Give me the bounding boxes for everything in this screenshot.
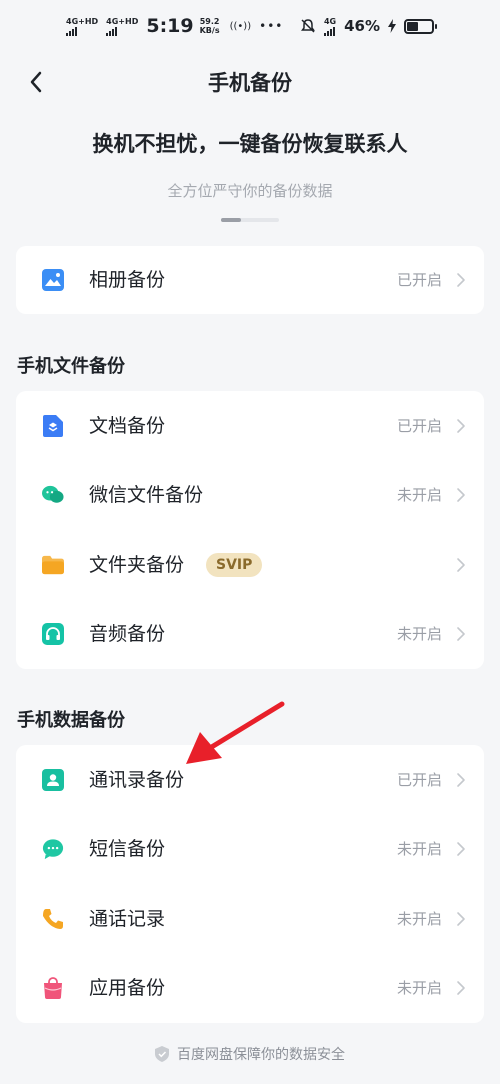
data-section-title: 手机数据备份 bbox=[17, 710, 125, 731]
signal-icon bbox=[106, 26, 118, 36]
chevron-right-icon bbox=[457, 912, 465, 926]
network-speed: 59.2 KB/s bbox=[200, 17, 220, 35]
document-icon bbox=[42, 415, 64, 437]
footer: 百度网盘保障你的数据安全 bbox=[0, 1044, 500, 1064]
signal-icon bbox=[323, 26, 335, 36]
row-app-backup[interactable]: 应用备份 未开启 bbox=[16, 953, 484, 1023]
row-audio-backup[interactable]: 音频备份 未开启 bbox=[16, 599, 484, 669]
chevron-right-icon bbox=[457, 419, 465, 433]
data-card: 通讯录备份 已开启 短信备份 未开启 通话记录 未开启 应用备份 未开启 bbox=[16, 745, 484, 1023]
chevron-right-icon bbox=[457, 627, 465, 641]
footer-text: 百度网盘保障你的数据安全 bbox=[177, 1047, 345, 1063]
nav-bar: 手机备份 bbox=[0, 56, 500, 108]
network-indicator-3: 4G bbox=[323, 16, 337, 36]
message-icon bbox=[42, 838, 64, 860]
audio-backup-label: 音频备份 bbox=[89, 623, 166, 645]
row-document-backup[interactable]: 文档备份 已开启 bbox=[16, 391, 484, 461]
status-bar: 4G+HD 4G+HD 5:19 59.2 KB/s ((•)) ••• 4G … bbox=[0, 0, 500, 52]
row-album-backup[interactable]: 相册备份 已开启 bbox=[16, 245, 484, 315]
hero-subtitle: 全方位严守你的备份数据 bbox=[167, 182, 333, 200]
network-label-2: 4G+HD bbox=[106, 16, 139, 26]
network-indicator-2: 4G+HD bbox=[106, 17, 138, 36]
audio-backup-status: 未开启 bbox=[396, 625, 442, 643]
status-right: 4G 46% bbox=[300, 16, 437, 36]
carousel-indicator bbox=[221, 218, 279, 222]
wechat-file-backup-label: 微信文件备份 bbox=[89, 484, 204, 506]
row-folder-backup[interactable]: 文件夹备份 SVIP bbox=[16, 530, 484, 600]
wechat-file-backup-status: 未开启 bbox=[396, 486, 442, 504]
network-label-3: 4G bbox=[323, 16, 337, 26]
album-backup-status: 已开启 bbox=[396, 271, 442, 289]
signal-icon bbox=[66, 26, 77, 36]
headphones-icon bbox=[42, 623, 64, 645]
album-card: 相册备份 已开启 bbox=[16, 246, 484, 314]
battery-icon bbox=[404, 18, 437, 34]
files-card: 文档备份 已开启 微信文件备份 未开启 文件夹备份 SVIP 音频备份 未开启 bbox=[16, 391, 484, 669]
row-wechat-file-backup[interactable]: 微信文件备份 未开启 bbox=[16, 460, 484, 530]
app-bag-icon bbox=[42, 977, 64, 999]
folder-backup-label: 文件夹备份 bbox=[89, 554, 185, 576]
wechat-icon bbox=[42, 484, 64, 506]
album-backup-label: 相册备份 bbox=[89, 269, 166, 291]
contacts-icon bbox=[42, 769, 64, 791]
battery-fill bbox=[407, 21, 418, 31]
svip-badge: SVIP bbox=[206, 553, 263, 577]
chevron-right-icon bbox=[457, 981, 465, 995]
app-backup-status: 未开启 bbox=[396, 979, 442, 997]
network-label-1: 4G+HD bbox=[66, 16, 99, 26]
chevron-right-icon bbox=[457, 773, 465, 787]
document-backup-label: 文档备份 bbox=[89, 415, 166, 437]
contacts-backup-status: 已开启 bbox=[396, 771, 442, 789]
row-sms-backup[interactable]: 短信备份 未开启 bbox=[16, 814, 484, 884]
app-backup-label: 应用备份 bbox=[89, 977, 166, 999]
chevron-right-icon bbox=[457, 273, 465, 287]
hotspot-icon: ((•)) bbox=[229, 20, 252, 32]
phone-icon bbox=[42, 908, 64, 930]
call-log-status: 未开启 bbox=[396, 910, 442, 928]
battery-percent: 46% bbox=[344, 17, 380, 35]
page-title: 手机备份 bbox=[208, 71, 292, 95]
network-indicator-1: 4G+HD bbox=[66, 17, 98, 36]
status-time: 5:19 bbox=[146, 15, 194, 37]
carousel-indicator-active bbox=[221, 218, 241, 222]
row-contacts-backup[interactable]: 通讯录备份 已开启 bbox=[16, 745, 484, 815]
call-log-label: 通话记录 bbox=[89, 908, 166, 930]
files-section-title: 手机文件备份 bbox=[17, 356, 125, 377]
sms-backup-status: 未开启 bbox=[396, 840, 442, 858]
document-backup-status: 已开启 bbox=[396, 417, 442, 435]
chevron-right-icon bbox=[457, 488, 465, 502]
folder-icon bbox=[42, 554, 64, 576]
back-icon[interactable] bbox=[22, 68, 50, 96]
chevron-right-icon bbox=[457, 842, 465, 856]
mute-icon bbox=[300, 19, 315, 33]
hero-title: 换机不担忧，一键备份恢复联系人 bbox=[92, 132, 408, 156]
album-icon bbox=[42, 269, 64, 291]
speed-value: 59.2 bbox=[199, 17, 220, 26]
shield-icon bbox=[155, 1046, 169, 1062]
speed-unit: KB/s bbox=[199, 26, 220, 35]
more-icon: ••• bbox=[259, 19, 284, 33]
charging-icon bbox=[388, 19, 396, 33]
sms-backup-label: 短信备份 bbox=[89, 838, 166, 860]
contacts-backup-label: 通讯录备份 bbox=[89, 769, 185, 791]
chevron-right-icon bbox=[457, 558, 465, 572]
row-call-log[interactable]: 通话记录 未开启 bbox=[16, 884, 484, 954]
